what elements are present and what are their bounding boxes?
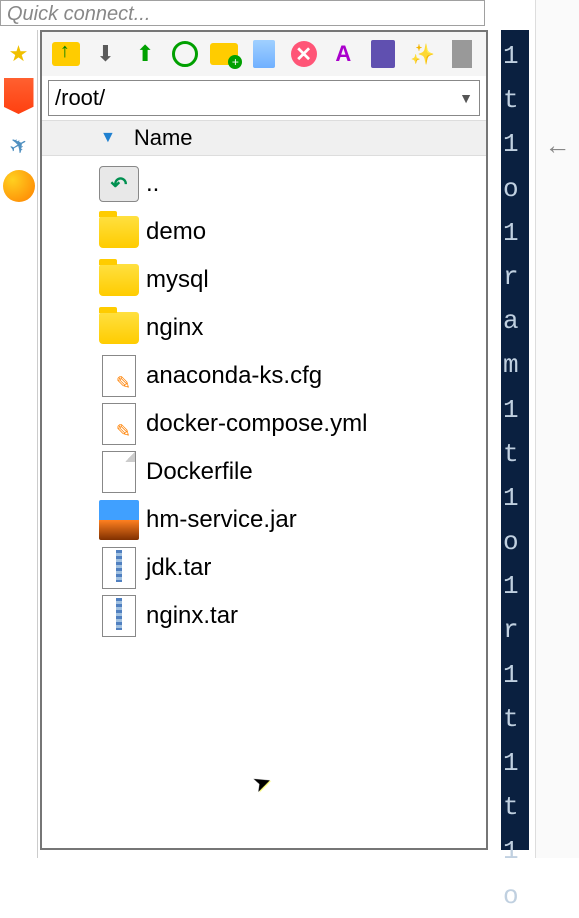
far-right-panel: ← (535, 0, 579, 858)
file-name: .. (146, 170, 159, 198)
refresh-button[interactable] (169, 38, 201, 70)
parent-dir-row[interactable]: ↶ .. (42, 160, 486, 208)
new-folder-button[interactable] (209, 38, 241, 70)
file-item[interactable]: anaconda-ks.cfg (42, 352, 486, 400)
send-icon[interactable]: ✈ (0, 124, 40, 168)
archive-file-icon (98, 548, 140, 588)
new-file-button[interactable] (248, 38, 280, 70)
folder-icon (98, 308, 140, 348)
wand-button[interactable]: ✨ (407, 38, 439, 70)
panel-button[interactable] (367, 38, 399, 70)
folder-icon (98, 212, 140, 252)
path-dropdown-icon[interactable]: ▼ (459, 90, 473, 106)
text-button[interactable]: A (327, 38, 359, 70)
upload-button[interactable]: ⬆ (129, 38, 161, 70)
file-name: hm-service.jar (146, 506, 297, 534)
path-input[interactable] (55, 85, 459, 111)
file-item[interactable]: Dockerfile (42, 448, 486, 496)
file-name: anaconda-ks.cfg (146, 362, 322, 390)
folder-icon (98, 260, 140, 300)
archive-file-icon (98, 596, 140, 636)
quick-connect-bar[interactable]: Quick connect... (0, 0, 485, 26)
file-name: docker-compose.yml (146, 410, 367, 438)
star-icon[interactable]: ★ (3, 38, 35, 70)
delete-button[interactable]: ✕ (288, 38, 320, 70)
file-item[interactable]: jdk.tar (42, 544, 486, 592)
name-column-header: Name (134, 125, 193, 151)
left-sidebar: ★ ✈ (0, 30, 38, 858)
folder-item[interactable]: nginx (42, 304, 486, 352)
expand-button[interactable] (446, 38, 478, 70)
file-browser-panel: ⬇ ⬆ ✕ A ✨ ▼ ▼ Name ↶ .. demo mys (40, 30, 488, 850)
file-name: Dockerfile (146, 458, 253, 486)
sort-arrow-icon: ▼ (100, 129, 116, 147)
file-name: demo (146, 218, 206, 246)
jar-file-icon (98, 500, 140, 540)
folder-item[interactable]: demo (42, 208, 486, 256)
file-name: jdk.tar (146, 554, 211, 582)
right-code-strip: 1 t 1 o 1 r a m 1 t 1 o 1 r 1 t 1 t 1 o (501, 30, 529, 850)
download-button[interactable]: ⬇ (90, 38, 122, 70)
back-arrow-icon[interactable]: ← (545, 130, 571, 161)
column-header[interactable]: ▼ Name (42, 120, 486, 156)
tag-icon[interactable] (4, 78, 34, 114)
config-file-icon (98, 404, 140, 444)
config-file-icon (98, 356, 140, 396)
file-name: mysql (146, 266, 209, 294)
file-list: ↶ .. demo mysql nginx anaconda-ks.cfg do… (42, 156, 486, 644)
file-item[interactable]: nginx.tar (42, 592, 486, 640)
globe-icon[interactable] (3, 170, 35, 202)
file-name: nginx.tar (146, 602, 238, 630)
file-item[interactable]: docker-compose.yml (42, 400, 486, 448)
parent-dir-button[interactable] (50, 38, 82, 70)
file-item[interactable]: hm-service.jar (42, 496, 486, 544)
path-bar[interactable]: ▼ (48, 80, 480, 116)
file-icon (98, 452, 140, 492)
toolbar: ⬇ ⬆ ✕ A ✨ (42, 32, 486, 76)
file-name: nginx (146, 314, 203, 342)
folder-item[interactable]: mysql (42, 256, 486, 304)
